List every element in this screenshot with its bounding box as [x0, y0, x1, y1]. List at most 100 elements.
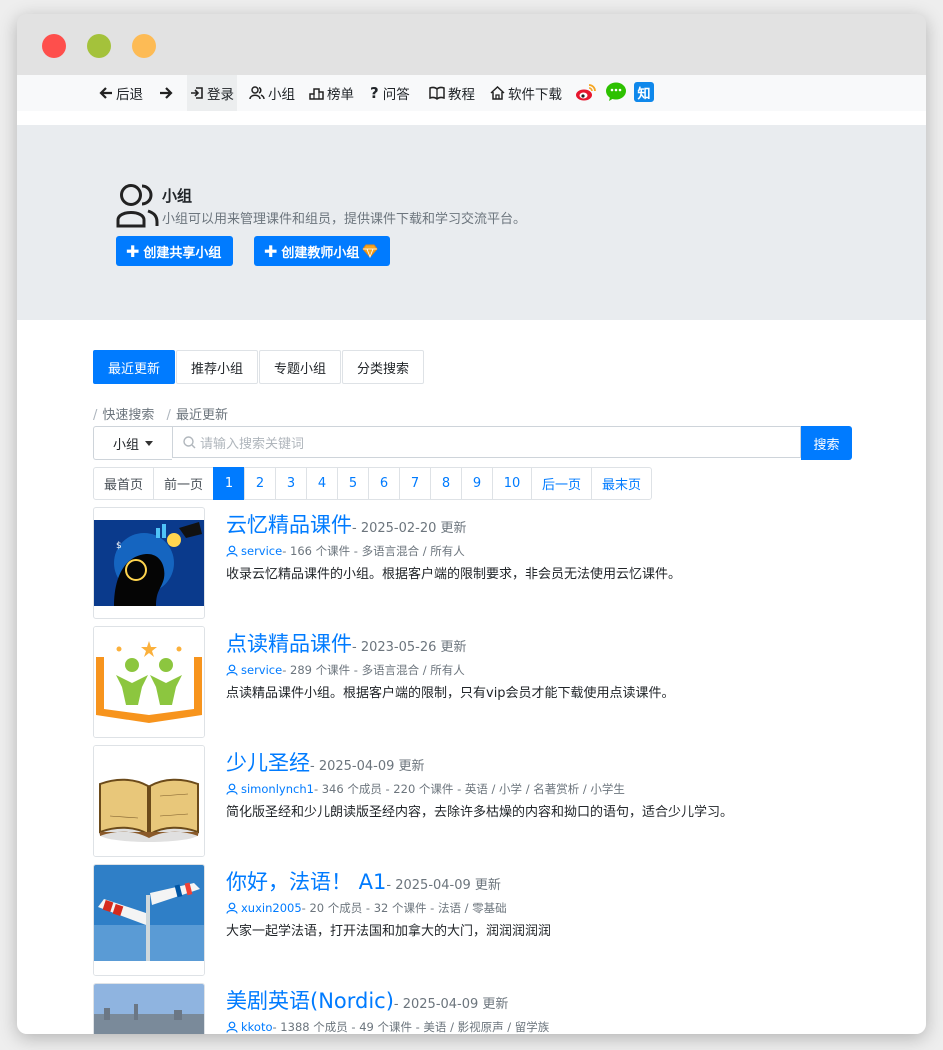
group-meta: - 1388 个成员 - 49 个课件 - 美语 / 影视原声 / 留学族: [272, 1020, 550, 1034]
page-9[interactable]: 9: [461, 467, 494, 500]
group-list: $ 云忆精品课件- 2025-02-20 更新 service - 166 个课…: [93, 507, 853, 1034]
group-title[interactable]: 少儿圣经: [226, 751, 310, 775]
group-title[interactable]: 你好，法语！ A1: [226, 870, 386, 894]
create-teacher-group-button[interactable]: ✚ 创建教师小组: [254, 236, 391, 266]
home-icon: [490, 86, 505, 100]
zhihu-icon[interactable]: 知: [634, 82, 654, 102]
list-item: 点读精品课件- 2023-05-26 更新 service - 289 个课件 …: [93, 626, 853, 738]
nav-download[interactable]: 软件下载: [490, 75, 562, 111]
group-thumbnail[interactable]: [93, 626, 205, 738]
nav-tutorial[interactable]: 教程: [429, 75, 475, 111]
search-icon: [183, 435, 196, 448]
plus-icon: ✚: [126, 241, 140, 261]
group-meta: - 346 个成员 - 220 个课件 - 英语 / 小学 / 名著赏析 / 小…: [313, 782, 625, 796]
group-owner-link[interactable]: kkoto: [241, 1020, 273, 1034]
create-teacher-group-label: 创建教师小组: [281, 245, 360, 261]
page-7[interactable]: 7: [399, 467, 432, 500]
page-next[interactable]: 后一页: [531, 467, 593, 500]
close-window-button[interactable]: [42, 34, 66, 58]
create-shared-group-button[interactable]: ✚ 创建共享小组: [116, 236, 234, 266]
page-8[interactable]: 8: [430, 467, 463, 500]
page-1[interactable]: 1: [213, 467, 246, 500]
page-4[interactable]: 4: [306, 467, 339, 500]
nav-back[interactable]: 后退: [99, 75, 143, 111]
group-date: - 2025-02-20 更新: [352, 521, 467, 536]
vip-diamond-icon: [362, 244, 379, 258]
search-scope-value: 小组: [112, 437, 139, 453]
group-description: 收录云忆精品课件的小组。根据客户端的限制要求，非会员无法使用云忆课件。: [226, 567, 682, 582]
minimize-window-button[interactable]: [87, 34, 111, 58]
group-title[interactable]: 美剧英语(Nordic): [226, 989, 394, 1013]
page-5[interactable]: 5: [337, 467, 370, 500]
nav-download-label: 软件下载: [508, 87, 562, 103]
user-icon: [226, 545, 238, 557]
search-scope-dropdown[interactable]: 小组: [93, 426, 172, 460]
maximize-window-button[interactable]: [132, 34, 156, 58]
group-owner-link[interactable]: xuxin2005: [241, 901, 302, 915]
browser-window: 后退 登录 小组 榜单 ? 问答 教程 软件下载 知 小组 小组可以用来管理课件…: [17, 14, 926, 1034]
group-owner-link[interactable]: simonlynch1: [241, 782, 314, 796]
group-title[interactable]: 云忆精品课件: [226, 513, 352, 537]
group-description: 大家一起学法语，打开法国和加拿大的大门，润润润润润: [226, 924, 552, 939]
page-first[interactable]: 最首页: [93, 467, 155, 500]
tab-category-search[interactable]: 分类搜索: [342, 350, 425, 384]
page-content: 后退 登录 小组 榜单 ? 问答 教程 软件下载 知 小组 小组可以用来管理课件…: [17, 75, 926, 1034]
group-meta: - 166 个课件 - 多语言混合 / 所有人: [282, 544, 465, 558]
caret-down-icon: [145, 440, 153, 446]
nav-forward[interactable]: [159, 75, 176, 111]
group-meta: - 20 个成员 - 32 个课件 - 法语 / 零基础: [301, 901, 507, 915]
group-tabs: 最近更新 推荐小组 专题小组 分类搜索: [93, 350, 425, 384]
page-6[interactable]: 6: [368, 467, 401, 500]
book-icon: [429, 86, 445, 100]
podium-icon: [309, 88, 324, 100]
top-nav: 后退 登录 小组 榜单 ? 问答 教程 软件下载 知: [17, 75, 926, 111]
search-bar: 小组 请输入搜索关键词 搜索: [93, 426, 852, 460]
nav-login[interactable]: 登录: [187, 75, 237, 111]
nav-login-label: 登录: [207, 87, 234, 103]
group-meta: - 289 个课件 - 多语言混合 / 所有人: [282, 663, 465, 677]
brain-idea-image: $: [94, 520, 204, 606]
pagination: 最首页 前一页 1 2 3 4 5 6 7 8 9 10 后一页 最末页: [93, 467, 653, 500]
page-prev[interactable]: 前一页: [153, 467, 215, 500]
group-date: - 2025-04-09 更新: [310, 759, 425, 774]
nav-ranking[interactable]: 榜单: [309, 75, 354, 111]
group-description: 简化版圣经和少儿朗读版圣经内容，去除许多枯燥的内容和拗口的语句，适合少儿学习。: [226, 805, 734, 820]
svg-text:$: $: [116, 541, 122, 551]
nav-groups-label: 小组: [268, 87, 295, 103]
tab-topics[interactable]: 专题小组: [259, 350, 342, 384]
page-last[interactable]: 最末页: [591, 467, 653, 500]
group-owner-link[interactable]: service: [241, 544, 282, 558]
search-input[interactable]: 请输入搜索关键词: [172, 426, 801, 458]
arrow-right-icon: [160, 87, 173, 99]
page-description: 小组可以用来管理课件和组员，提供课件下载和学习交流平台。: [162, 212, 527, 227]
user-icon: [226, 783, 238, 795]
group-date: - 2025-04-09 更新: [386, 878, 501, 893]
group-thumbnail[interactable]: [93, 983, 205, 1034]
group-description: 点读精品课件小组。根据客户端的限制，只有vip会员才能下载使用点读课件。: [226, 686, 675, 701]
page-10[interactable]: 10: [492, 467, 533, 500]
group-title[interactable]: 点读精品课件: [226, 632, 352, 656]
nav-groups[interactable]: 小组: [249, 75, 295, 111]
page-title: 小组: [162, 187, 193, 205]
group-date: - 2025-04-09 更新: [393, 997, 509, 1012]
tab-recent[interactable]: 最近更新: [93, 350, 176, 384]
breadcrumb-quick-search[interactable]: 快速搜索: [102, 408, 154, 423]
login-icon: [191, 87, 203, 99]
create-shared-group-label: 创建共享小组: [143, 245, 222, 261]
list-item: 你好，法语！ A1- 2025-04-09 更新 xuxin2005- 20 个…: [93, 864, 853, 976]
page-3[interactable]: 3: [275, 467, 308, 500]
weibo-icon[interactable]: [575, 82, 597, 106]
search-button[interactable]: 搜索: [801, 426, 852, 460]
tab-recommended[interactable]: 推荐小组: [176, 350, 259, 384]
nav-qa[interactable]: ? 问答: [370, 75, 410, 111]
city-skyline-image: [94, 984, 204, 1034]
group-thumbnail[interactable]: [93, 864, 205, 976]
group-owner-link[interactable]: service: [241, 663, 282, 677]
nav-back-label: 后退: [116, 87, 143, 103]
group-thumbnail[interactable]: [93, 745, 205, 857]
wechat-icon[interactable]: [605, 82, 627, 106]
group-thumbnail[interactable]: $: [93, 507, 205, 619]
people-large-icon: [116, 184, 159, 228]
breadcrumb: / 快速搜索 / 最近更新: [93, 408, 228, 423]
page-2[interactable]: 2: [244, 467, 277, 500]
